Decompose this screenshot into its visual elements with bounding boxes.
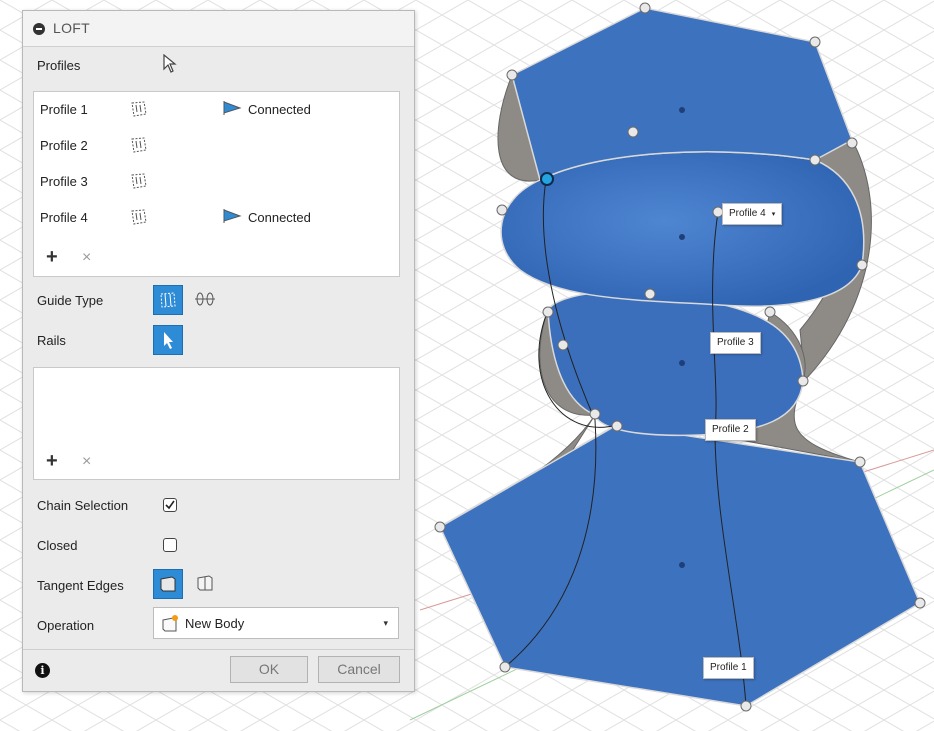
guide-type-label: Guide Type <box>37 293 104 308</box>
profile-2-label[interactable]: Profile 2 <box>705 419 756 441</box>
profile-icon <box>131 137 147 153</box>
profile-row[interactable]: Profile 2 <box>34 130 399 160</box>
dialog-titlebar[interactable]: LOFT <box>23 11 414 47</box>
operation-label: Operation <box>37 618 95 633</box>
profile-3-label-text: Profile 3 <box>717 337 754 348</box>
collapse-icon[interactable] <box>33 23 45 35</box>
profile-name: Profile 3 <box>40 174 88 189</box>
select-cursor-icon <box>164 332 173 349</box>
profile-2-label-text: Profile 2 <box>712 424 749 435</box>
profiles-list[interactable]: Profile 1 Connected Profile 2 Profile 3 … <box>33 91 400 277</box>
dialog-footer: i OK Cancel <box>23 649 414 691</box>
rails-list[interactable]: + × <box>33 367 400 480</box>
profiles-add-remove: + × <box>46 247 106 267</box>
loft-dialog: LOFT Profiles Profile 1 Connected Profil… <box>22 10 415 692</box>
profile-3-label[interactable]: Profile 3 <box>710 332 761 354</box>
ok-button[interactable]: OK <box>230 656 308 683</box>
selected-vertex[interactable] <box>540 172 554 186</box>
profile-4-label-text: Profile 4 <box>729 208 766 219</box>
closed-label: Closed <box>37 538 78 553</box>
profiles-label: Profiles <box>37 58 81 73</box>
dropdown-arrow-icon[interactable]: ▾ <box>772 211 776 218</box>
connected-icon <box>223 101 242 115</box>
operation-select[interactable]: New Body ▾ <box>153 607 399 639</box>
closed-checkbox[interactable] <box>163 538 177 552</box>
profile-name: Profile 4 <box>40 210 88 225</box>
add-icon[interactable]: + <box>46 451 58 471</box>
rails-label: Rails <box>37 333 66 348</box>
centerline-guide-icon <box>195 292 215 306</box>
profile-icon <box>131 101 147 117</box>
rails-add-remove: + × <box>46 451 106 471</box>
profile-row[interactable]: Profile 4 Connected <box>34 202 399 232</box>
connected-icon <box>223 209 242 223</box>
merge-faces-icon <box>160 576 176 592</box>
chevron-down-icon: ▾ <box>383 618 388 628</box>
guide-type-centerline-button[interactable] <box>191 285 221 315</box>
rails-guide-icon <box>160 292 176 308</box>
chain-selection-label: Chain Selection <box>37 498 129 513</box>
profile-status: Connected <box>248 102 311 117</box>
profile-icon <box>131 173 147 189</box>
remove-icon[interactable]: × <box>82 248 91 268</box>
profile-1-label[interactable]: Profile 1 <box>703 657 754 679</box>
remove-icon[interactable]: × <box>82 452 91 472</box>
new-body-icon <box>162 615 178 632</box>
profile-status: Connected <box>248 210 311 225</box>
add-icon[interactable]: + <box>46 247 58 267</box>
tangent-edges-label: Tangent Edges <box>37 578 124 593</box>
operation-value: New Body <box>185 616 245 631</box>
profile-name: Profile 1 <box>40 102 88 117</box>
profile-1-label-text: Profile 1 <box>710 662 747 673</box>
rails-select-button[interactable] <box>153 325 183 355</box>
profile-row[interactable]: Profile 3 <box>34 166 399 196</box>
info-icon[interactable]: i <box>35 663 50 678</box>
select-cursor-icon[interactable] <box>162 54 178 74</box>
dialog-title: LOFT <box>53 20 90 36</box>
keep-edges-icon <box>197 575 213 591</box>
tangent-edges-keep-button[interactable] <box>191 569 221 599</box>
profile-icon <box>131 209 147 225</box>
tangent-edges-merge-button[interactable] <box>153 569 183 599</box>
guide-type-rails-button[interactable] <box>153 285 183 315</box>
checkmark-icon <box>165 500 175 510</box>
chain-selection-checkbox[interactable] <box>163 498 177 512</box>
profile-name: Profile 2 <box>40 138 88 153</box>
profile-row[interactable]: Profile 1 Connected <box>34 94 399 124</box>
cancel-button[interactable]: Cancel <box>318 656 400 683</box>
profile-4-label[interactable]: Profile 4 ▾ <box>722 203 783 225</box>
